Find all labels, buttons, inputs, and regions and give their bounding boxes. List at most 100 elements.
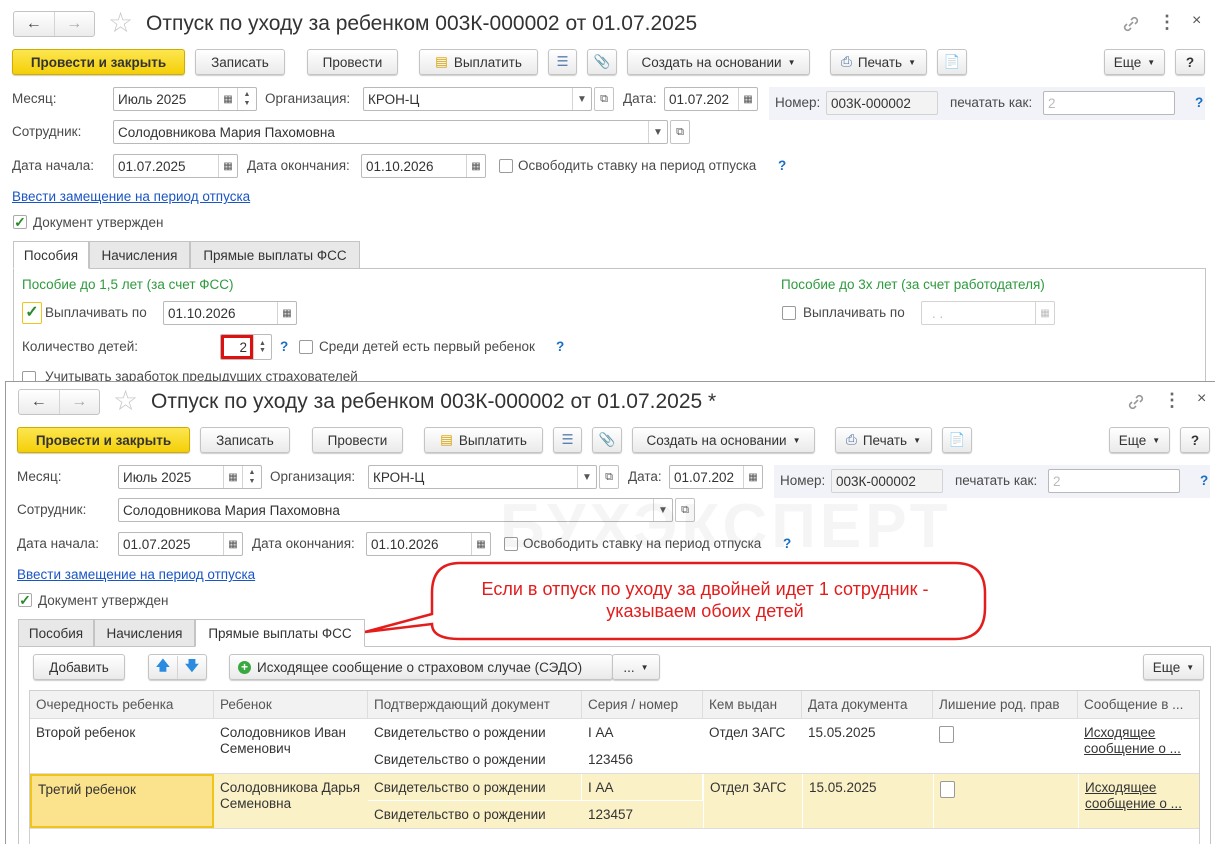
print-as-help[interactable]: ? bbox=[1200, 469, 1208, 493]
calendar-icon[interactable]: ▦ bbox=[223, 466, 242, 488]
column-header[interactable]: Лишение род. прав bbox=[933, 691, 1078, 718]
spinner-icon[interactable]: ▲ ▼ bbox=[237, 88, 256, 110]
dropdown-icon[interactable]: ▼ bbox=[653, 499, 672, 521]
date-field[interactable]: 01.07.202 ▦ bbox=[669, 465, 763, 489]
tab-direct-fss-payments[interactable]: Прямые выплаты ФСС bbox=[190, 241, 360, 269]
post-and-close-button[interactable]: Провести и закрыть bbox=[17, 427, 190, 453]
approved-checkbox[interactable]: ✓ bbox=[18, 593, 32, 607]
tab-benefits[interactable]: Пособия bbox=[18, 619, 94, 647]
end-date-field[interactable]: 01.10.2026 ▦ bbox=[361, 154, 486, 178]
pay-button[interactable]: ▤ Выплатить bbox=[419, 49, 538, 75]
close-icon[interactable]: × bbox=[1197, 390, 1206, 408]
print-button[interactable]: ⎙ Печать ▼ bbox=[835, 427, 932, 453]
print-button[interactable]: ⎙ Печать ▼ bbox=[830, 49, 927, 75]
deprivation-cell[interactable] bbox=[933, 719, 1078, 773]
calendar-icon[interactable]: ▦ bbox=[471, 533, 490, 555]
more-button[interactable]: Еще ▼ bbox=[1104, 49, 1165, 75]
start-date-field[interactable]: 01.07.2025 ▦ bbox=[118, 532, 243, 556]
star-icon[interactable]: ☆ bbox=[113, 384, 138, 417]
dropdown-icon[interactable]: ▼ bbox=[648, 121, 667, 143]
close-icon[interactable]: × bbox=[1192, 12, 1201, 30]
document-date-cell[interactable]: 15.05.2025 bbox=[802, 774, 933, 828]
calendar-icon[interactable]: ▦ bbox=[738, 88, 757, 110]
approved-checkbox[interactable]: ✓ bbox=[13, 215, 27, 229]
column-header[interactable]: Ребенок bbox=[214, 691, 368, 718]
attachment-icon-button[interactable]: 📎 bbox=[592, 427, 622, 453]
document-cell[interactable]: Свидетельство о рождении bbox=[368, 774, 582, 801]
list-icon-button[interactable]: ☰ bbox=[548, 49, 577, 75]
print-as-field[interactable]: 2 bbox=[1043, 91, 1175, 115]
create-based-on-button[interactable]: Создать на основании ▼ bbox=[632, 427, 815, 453]
back-button[interactable]: ← bbox=[14, 12, 54, 36]
deprivation-checkbox[interactable] bbox=[940, 781, 955, 798]
more-actions-icon[interactable]: ⋮ bbox=[1163, 390, 1181, 411]
children-count-help[interactable]: ? bbox=[280, 335, 288, 359]
tab-accruals[interactable]: Начисления bbox=[94, 619, 195, 647]
post-button[interactable]: Провести bbox=[312, 427, 403, 453]
move-down-icon[interactable]: 🡇 bbox=[177, 655, 206, 679]
organization-field[interactable]: КРОН-Ц ▼ bbox=[363, 87, 592, 111]
pay-until-3y-checkbox[interactable] bbox=[782, 306, 796, 320]
help-button[interactable]: ? bbox=[1175, 49, 1205, 75]
series-cell[interactable]: I АА bbox=[582, 774, 703, 801]
number-cell[interactable]: 123456 bbox=[582, 746, 703, 773]
attachment-icon-button[interactable]: 📎 bbox=[587, 49, 617, 75]
document-cell[interactable]: Свидетельство о рождении bbox=[368, 746, 582, 773]
start-date-field[interactable]: 01.07.2025 ▦ bbox=[113, 154, 238, 178]
post-button[interactable]: Провести bbox=[307, 49, 398, 75]
employee-field[interactable]: Солодовникова Мария Пахомовна ▼ bbox=[113, 120, 668, 144]
add-button[interactable]: Добавить bbox=[33, 654, 125, 680]
dropdown-icon[interactable]: ▼ bbox=[572, 88, 591, 110]
tab-benefits[interactable]: Пособия bbox=[13, 241, 89, 269]
issuer-cell[interactable]: Отдел ЗАГС bbox=[703, 719, 802, 773]
calendar-icon[interactable]: ▦ bbox=[466, 155, 485, 177]
star-icon[interactable]: ☆ bbox=[108, 6, 133, 39]
child-name-cell[interactable]: Солодовников Иван Семенович bbox=[214, 719, 368, 773]
free-rate-help[interactable]: ? bbox=[783, 532, 791, 556]
back-button[interactable]: ← bbox=[19, 390, 59, 414]
deprivation-checkbox[interactable] bbox=[939, 726, 954, 743]
forward-button[interactable]: → bbox=[58, 390, 100, 414]
save-button[interactable]: Записать bbox=[200, 427, 290, 453]
pay-until-checkbox[interactable]: ✓ bbox=[22, 302, 42, 324]
month-field[interactable]: Июль 2025 ▦ ▲ ▼ bbox=[118, 465, 262, 489]
first-child-help[interactable]: ? bbox=[556, 335, 564, 359]
column-header[interactable]: Сообщение в ... bbox=[1078, 691, 1200, 718]
tab-direct-fss-payments[interactable]: Прямые выплаты ФСС bbox=[195, 619, 365, 647]
spinner-icon[interactable]: ▲ ▼ bbox=[253, 335, 271, 359]
number-cell[interactable]: 123457 bbox=[582, 801, 703, 828]
date-field[interactable]: 01.07.202 ▦ bbox=[664, 87, 758, 111]
link-icon[interactable] bbox=[1126, 392, 1146, 412]
children-count-field[interactable]: 2 ▲ ▼ bbox=[220, 334, 272, 360]
message-link[interactable]: Исходящее сообщение о ... bbox=[1078, 774, 1200, 828]
list-icon-button[interactable]: ☰ bbox=[553, 427, 582, 453]
print-as-field[interactable]: 2 bbox=[1048, 469, 1180, 493]
substitution-link[interactable]: Ввести замещение на период отпуска bbox=[17, 567, 255, 582]
organization-field[interactable]: КРОН-Ц ▼ bbox=[368, 465, 597, 489]
calendar-icon[interactable]: ▦ bbox=[218, 88, 237, 110]
create-based-on-button[interactable]: Создать на основании ▼ bbox=[627, 49, 810, 75]
help-button[interactable]: ? bbox=[1180, 427, 1210, 453]
outgoing-message-button[interactable]: + Исходящее сообщение о страховом случае … bbox=[229, 654, 613, 680]
tab-accruals[interactable]: Начисления bbox=[89, 241, 190, 269]
number-field[interactable]: 003К-000002 bbox=[831, 469, 943, 493]
end-date-field[interactable]: 01.10.2026 ▦ bbox=[366, 532, 491, 556]
issuer-cell[interactable]: Отдел ЗАГС bbox=[703, 774, 802, 828]
pay-until-3y-field[interactable]: . . ▦ bbox=[921, 301, 1055, 325]
more-button[interactable]: Еще ▼ bbox=[1109, 427, 1170, 453]
calendar-icon[interactable]: ▦ bbox=[1035, 302, 1054, 324]
first-child-checkbox[interactable] bbox=[299, 340, 313, 354]
save-button[interactable]: Записать bbox=[195, 49, 285, 75]
move-up-icon[interactable]: 🡅 bbox=[149, 656, 177, 679]
table-more-button[interactable]: Еще ▼ bbox=[1143, 654, 1204, 680]
column-header[interactable]: Серия / номер bbox=[582, 691, 703, 718]
free-rate-help[interactable]: ? bbox=[778, 154, 786, 178]
document-cell[interactable]: Свидетельство о рождении bbox=[368, 719, 582, 746]
dropdown-icon[interactable]: ▼ bbox=[577, 466, 596, 488]
post-and-close-button[interactable]: Провести и закрыть bbox=[12, 49, 185, 75]
open-icon[interactable]: ⧉ bbox=[594, 87, 614, 111]
calendar-icon[interactable]: ▦ bbox=[223, 533, 242, 555]
series-cell[interactable]: I АА bbox=[582, 719, 703, 746]
pay-until-field[interactable]: 01.10.2026 ▦ bbox=[163, 301, 297, 325]
open-icon[interactable]: ⧉ bbox=[675, 498, 695, 522]
